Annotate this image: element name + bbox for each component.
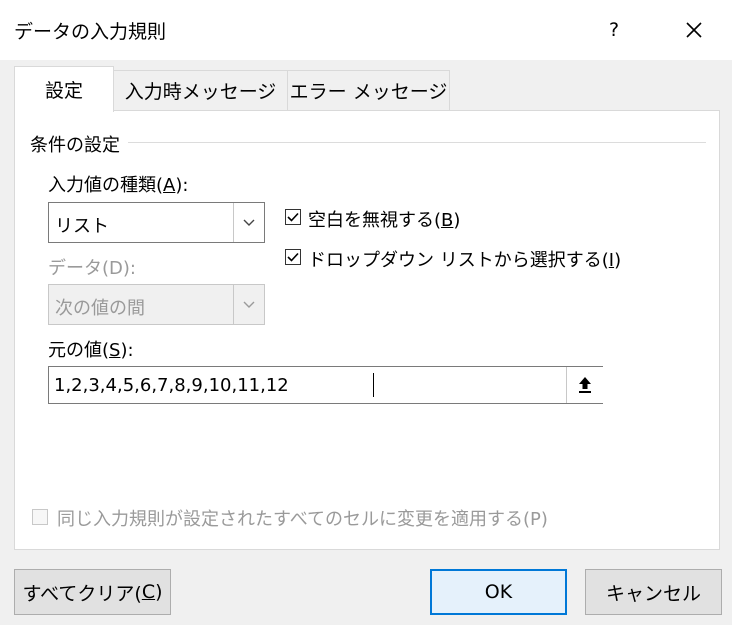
text-caret: [373, 373, 374, 397]
collapse-dialog-button[interactable]: [566, 367, 603, 403]
tab-settings[interactable]: 設定: [14, 66, 114, 112]
source-label: 元の値(S):: [48, 340, 134, 361]
collapse-up-arrow-icon: [579, 377, 591, 393]
data-dropdown: 次の値の間: [48, 284, 265, 325]
close-button[interactable]: [674, 12, 714, 48]
allow-label: 入力値の種類(A):: [48, 175, 189, 196]
ignore-blank-checkbox[interactable]: [285, 209, 301, 225]
checkmark-icon: [287, 252, 299, 262]
close-icon: [686, 22, 702, 38]
dialog-title: データの入力規則: [14, 21, 167, 43]
data-label: データ(D):: [48, 258, 136, 279]
clear-all-button[interactable]: すべてクリア(C): [14, 569, 171, 615]
in-cell-dropdown-checkbox[interactable]: [285, 249, 301, 265]
ignore-blank-label[interactable]: 空白を無視する(B): [308, 206, 460, 232]
in-cell-dropdown-label[interactable]: ドロップダウン リストから選択する(I): [308, 246, 621, 272]
chevron-down-icon[interactable]: [233, 203, 264, 242]
tab-error-alert[interactable]: エラー メッセージ: [287, 70, 450, 110]
section-divider: [30, 142, 706, 143]
allow-dropdown[interactable]: リスト: [48, 202, 265, 243]
apply-all-checkbox: [32, 509, 48, 525]
section-title: 条件の設定: [30, 131, 128, 157]
help-button[interactable]: ?: [596, 12, 632, 48]
checkmark-icon: [287, 212, 299, 222]
data-value: 次の値の間: [55, 298, 145, 319]
cancel-button[interactable]: キャンセル: [585, 569, 722, 615]
tab-input-message[interactable]: 入力時メッセージ: [113, 70, 288, 110]
source-value: 1,2,3,4,5,6,7,8,9,10,11,12: [54, 375, 289, 396]
ok-button[interactable]: OK: [430, 569, 567, 615]
chevron-down-icon: [233, 285, 264, 324]
source-input[interactable]: 1,2,3,4,5,6,7,8,9,10,11,12: [48, 366, 603, 404]
allow-value: リスト: [55, 216, 109, 237]
apply-all-label: 同じ入力規則が設定されたすべてのセルに変更を適用する(P): [57, 509, 548, 530]
